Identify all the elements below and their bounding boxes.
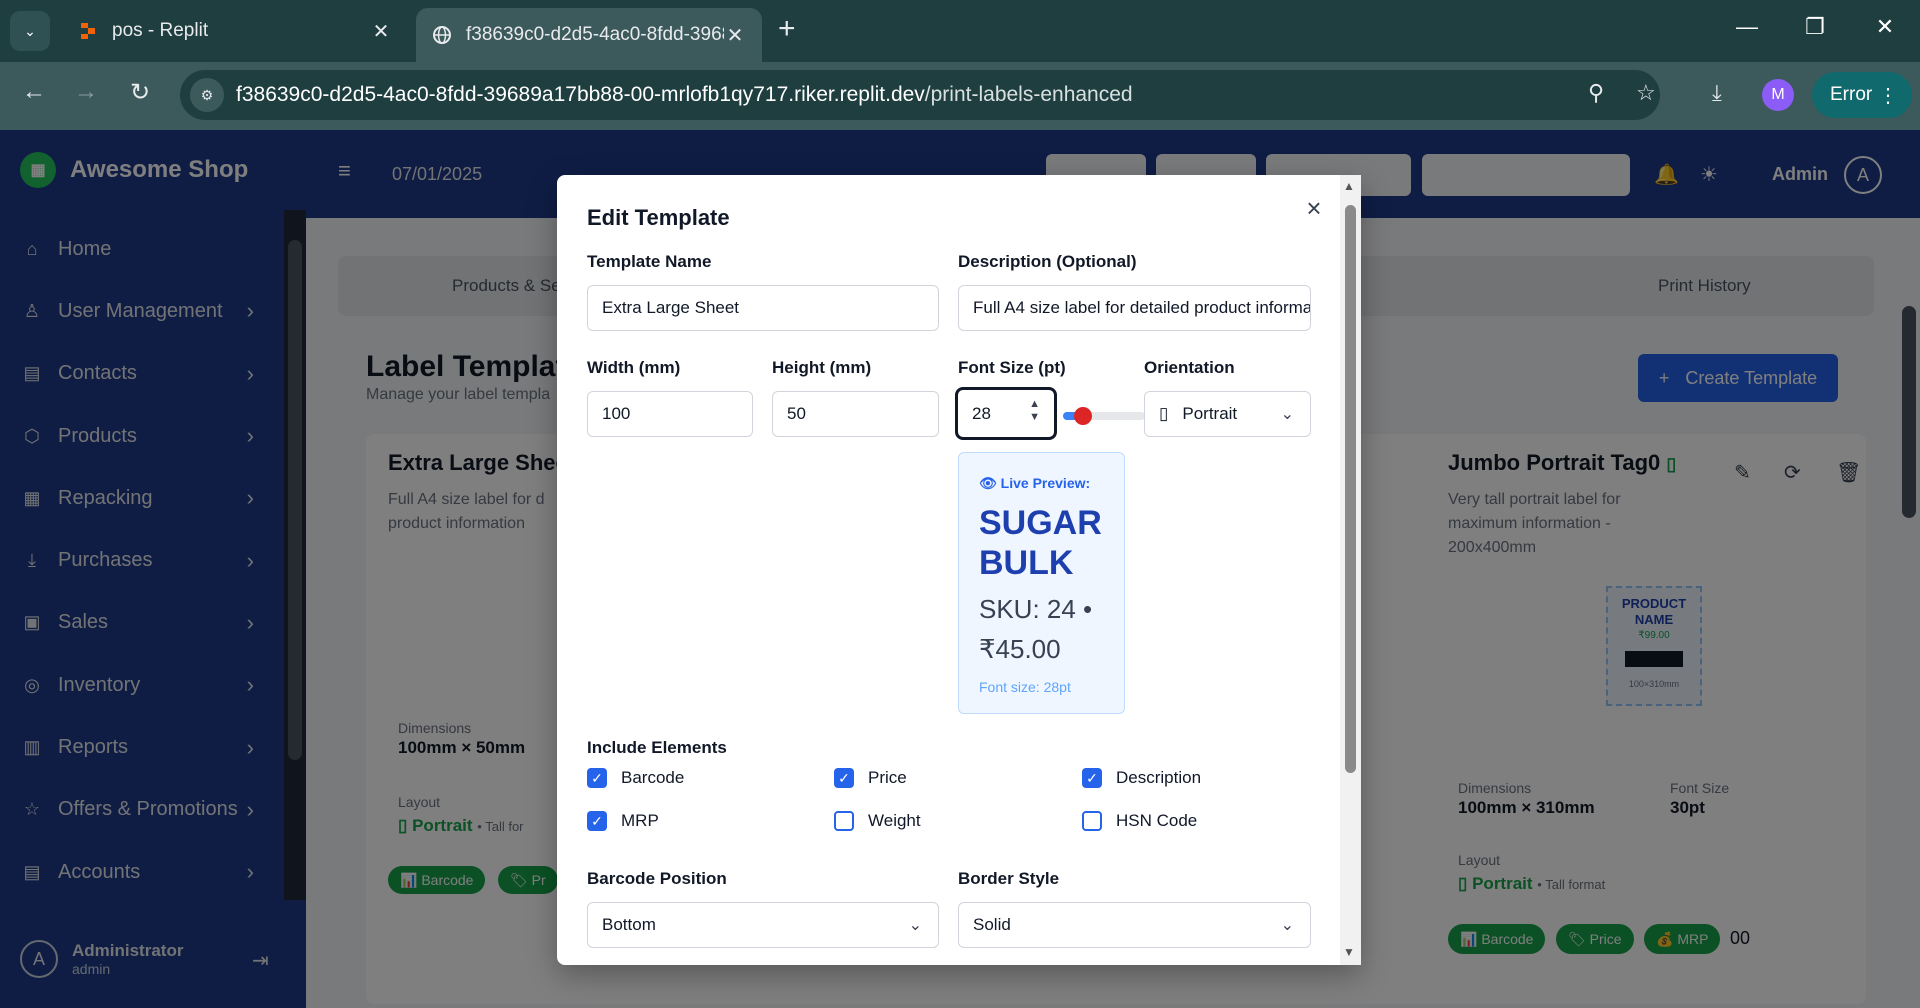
close-tab-icon[interactable]: ✕ — [370, 20, 392, 43]
close-window-icon[interactable]: ✕ — [1870, 14, 1900, 40]
preview-font-size: Font size: 28pt — [979, 679, 1071, 695]
close-icon[interactable]: × — [1299, 193, 1329, 224]
tab-title: f38639c0-d2d5-4ac0-8fdd-3968 — [466, 24, 724, 45]
checkbox-label: Price — [868, 768, 907, 787]
browser-tab-active[interactable]: f38639c0-d2d5-4ac0-8fdd-3968 ✕ — [416, 8, 762, 62]
element-checkbox-row[interactable]: ✓ MRP — [587, 811, 659, 831]
width-label: Width (mm) — [587, 358, 681, 377]
checkbox-checked[interactable]: ✓ — [587, 811, 607, 831]
width-input[interactable]: 100 — [587, 391, 753, 437]
chevron-down-icon: ⌄ — [1280, 406, 1294, 423]
modal-scrollbar[interactable]: ▲ ▼ — [1340, 175, 1361, 965]
height-label: Height (mm) — [772, 358, 872, 377]
live-preview: 👁 Live Preview: SUGAR BULK SKU: 24 • ₹45… — [958, 452, 1125, 714]
barcode-position-select[interactable]: Bottom ⌄ — [587, 902, 939, 948]
browser-tab-replit[interactable]: pos - Replit ✕ — [62, 8, 408, 54]
checkbox-label: Weight — [868, 811, 921, 830]
forward-icon[interactable]: → — [68, 78, 104, 106]
url-host: f38639c0-d2d5-4ac0-8fdd-39689a17bb88-00-… — [236, 83, 925, 106]
url-path: /print-labels-enhanced — [924, 83, 1133, 106]
border-style-label: Border Style — [958, 869, 1060, 888]
checkbox-label: Description — [1116, 768, 1202, 787]
error-button[interactable]: Error ⋮ — [1812, 72, 1912, 118]
checkbox-label: Barcode — [621, 768, 685, 787]
orientation-select[interactable]: ▯ Portrait ⌄ — [1144, 391, 1311, 437]
template-name-label: Template Name — [587, 252, 712, 271]
chevron-down-icon: ⌄ — [1280, 917, 1294, 934]
tab-title: pos - Replit — [112, 20, 209, 41]
error-label: Error — [1830, 84, 1873, 105]
orientation-label: Orientation — [1144, 358, 1235, 377]
description-label: Description (Optional) — [958, 252, 1137, 271]
element-checkbox-row[interactable]: HSN Code — [1082, 811, 1197, 831]
replit-favicon-icon — [81, 23, 95, 39]
orientation-value: Portrait — [1182, 404, 1238, 423]
barcode-position-value: Bottom — [602, 915, 656, 934]
font-size-value: 28 — [972, 403, 991, 423]
checkbox-label: MRP — [621, 811, 659, 830]
live-preview-label: 👁 Live Preview: — [979, 475, 1090, 492]
checkbox-checked[interactable]: ✓ — [587, 768, 607, 788]
element-checkbox-row[interactable]: ✓ Description — [1082, 768, 1201, 788]
minimize-icon[interactable]: — — [1732, 14, 1762, 40]
element-checkbox-row[interactable]: Weight — [834, 811, 921, 831]
font-size-slider[interactable] — [1063, 407, 1145, 425]
slider-thumb[interactable] — [1073, 407, 1092, 425]
preview-product-name: SUGAR BULK — [979, 504, 1102, 582]
spinner-arrows-icon[interactable]: ▲ ▼ — [1029, 398, 1040, 424]
zoom-icon[interactable]: ⚲ — [1588, 80, 1604, 106]
border-style-select[interactable]: Solid ⌄ — [958, 902, 1311, 948]
new-tab-icon[interactable]: + — [778, 14, 796, 44]
close-tab-icon[interactable]: ✕ — [724, 24, 746, 47]
barcode-position-label: Barcode Position — [587, 869, 727, 888]
browser-tab-bar: ⌄ pos - Replit ✕ f38639c0-d2d5-4ac0-8fdd… — [0, 0, 1920, 62]
restore-icon[interactable]: ❐ — [1800, 14, 1830, 40]
modal-title: Edit Template — [587, 205, 730, 230]
scroll-down-icon[interactable]: ▼ — [1343, 945, 1355, 959]
globe-icon — [433, 26, 451, 44]
phone-icon: ▯ — [1159, 404, 1169, 423]
modal-scrollbar-thumb[interactable] — [1345, 205, 1356, 773]
bookmark-star-icon[interactable]: ☆ — [1636, 80, 1656, 106]
checkbox-unchecked[interactable] — [1082, 811, 1102, 831]
height-input[interactable]: 50 — [772, 391, 939, 437]
checkbox-unchecked[interactable] — [834, 811, 854, 831]
include-elements-label: Include Elements — [587, 738, 727, 757]
checkbox-checked[interactable]: ✓ — [834, 768, 854, 788]
chevron-down-icon: ⌄ — [908, 917, 922, 934]
preview-sku-price: SKU: 24 • ₹45.00 — [979, 594, 1093, 664]
reload-icon[interactable]: ↻ — [122, 78, 158, 107]
element-checkbox-row[interactable]: ✓ Price — [834, 768, 907, 788]
download-icon[interactable]: ⤓ — [1712, 80, 1722, 106]
checkbox-label: HSN Code — [1116, 811, 1198, 830]
element-checkbox-row[interactable]: ✓ Barcode — [587, 768, 684, 788]
chevron-down-icon: ⌄ — [24, 22, 36, 39]
site-info-icon[interactable]: ⚙ — [190, 78, 224, 112]
scroll-up-icon[interactable]: ▲ — [1343, 179, 1355, 193]
live-preview-label-text: Live Preview: — [1000, 475, 1091, 491]
font-size-label: Font Size (pt) — [958, 358, 1066, 377]
profile-avatar[interactable]: M — [1762, 79, 1794, 111]
tab-search-button[interactable]: ⌄ — [10, 11, 50, 51]
checkbox-checked[interactable]: ✓ — [1082, 768, 1102, 788]
description-input[interactable]: Full A4 size label for detailed product … — [958, 285, 1311, 331]
template-name-input[interactable]: Extra Large Sheet — [587, 285, 939, 331]
back-icon[interactable]: ← — [16, 78, 52, 106]
url-text: f38639c0-d2d5-4ac0-8fdd-39689a17bb88-00-… — [236, 83, 1133, 107]
font-size-input[interactable]: 28 ▲ ▼ — [955, 387, 1057, 440]
border-style-value: Solid — [973, 915, 1011, 934]
url-field[interactable]: ⚙ f38639c0-d2d5-4ac0-8fdd-39689a17bb88-0… — [180, 70, 1660, 120]
more-vert-icon: ⋮ — [1878, 84, 1898, 107]
eye-icon: 👁 — [979, 475, 997, 491]
